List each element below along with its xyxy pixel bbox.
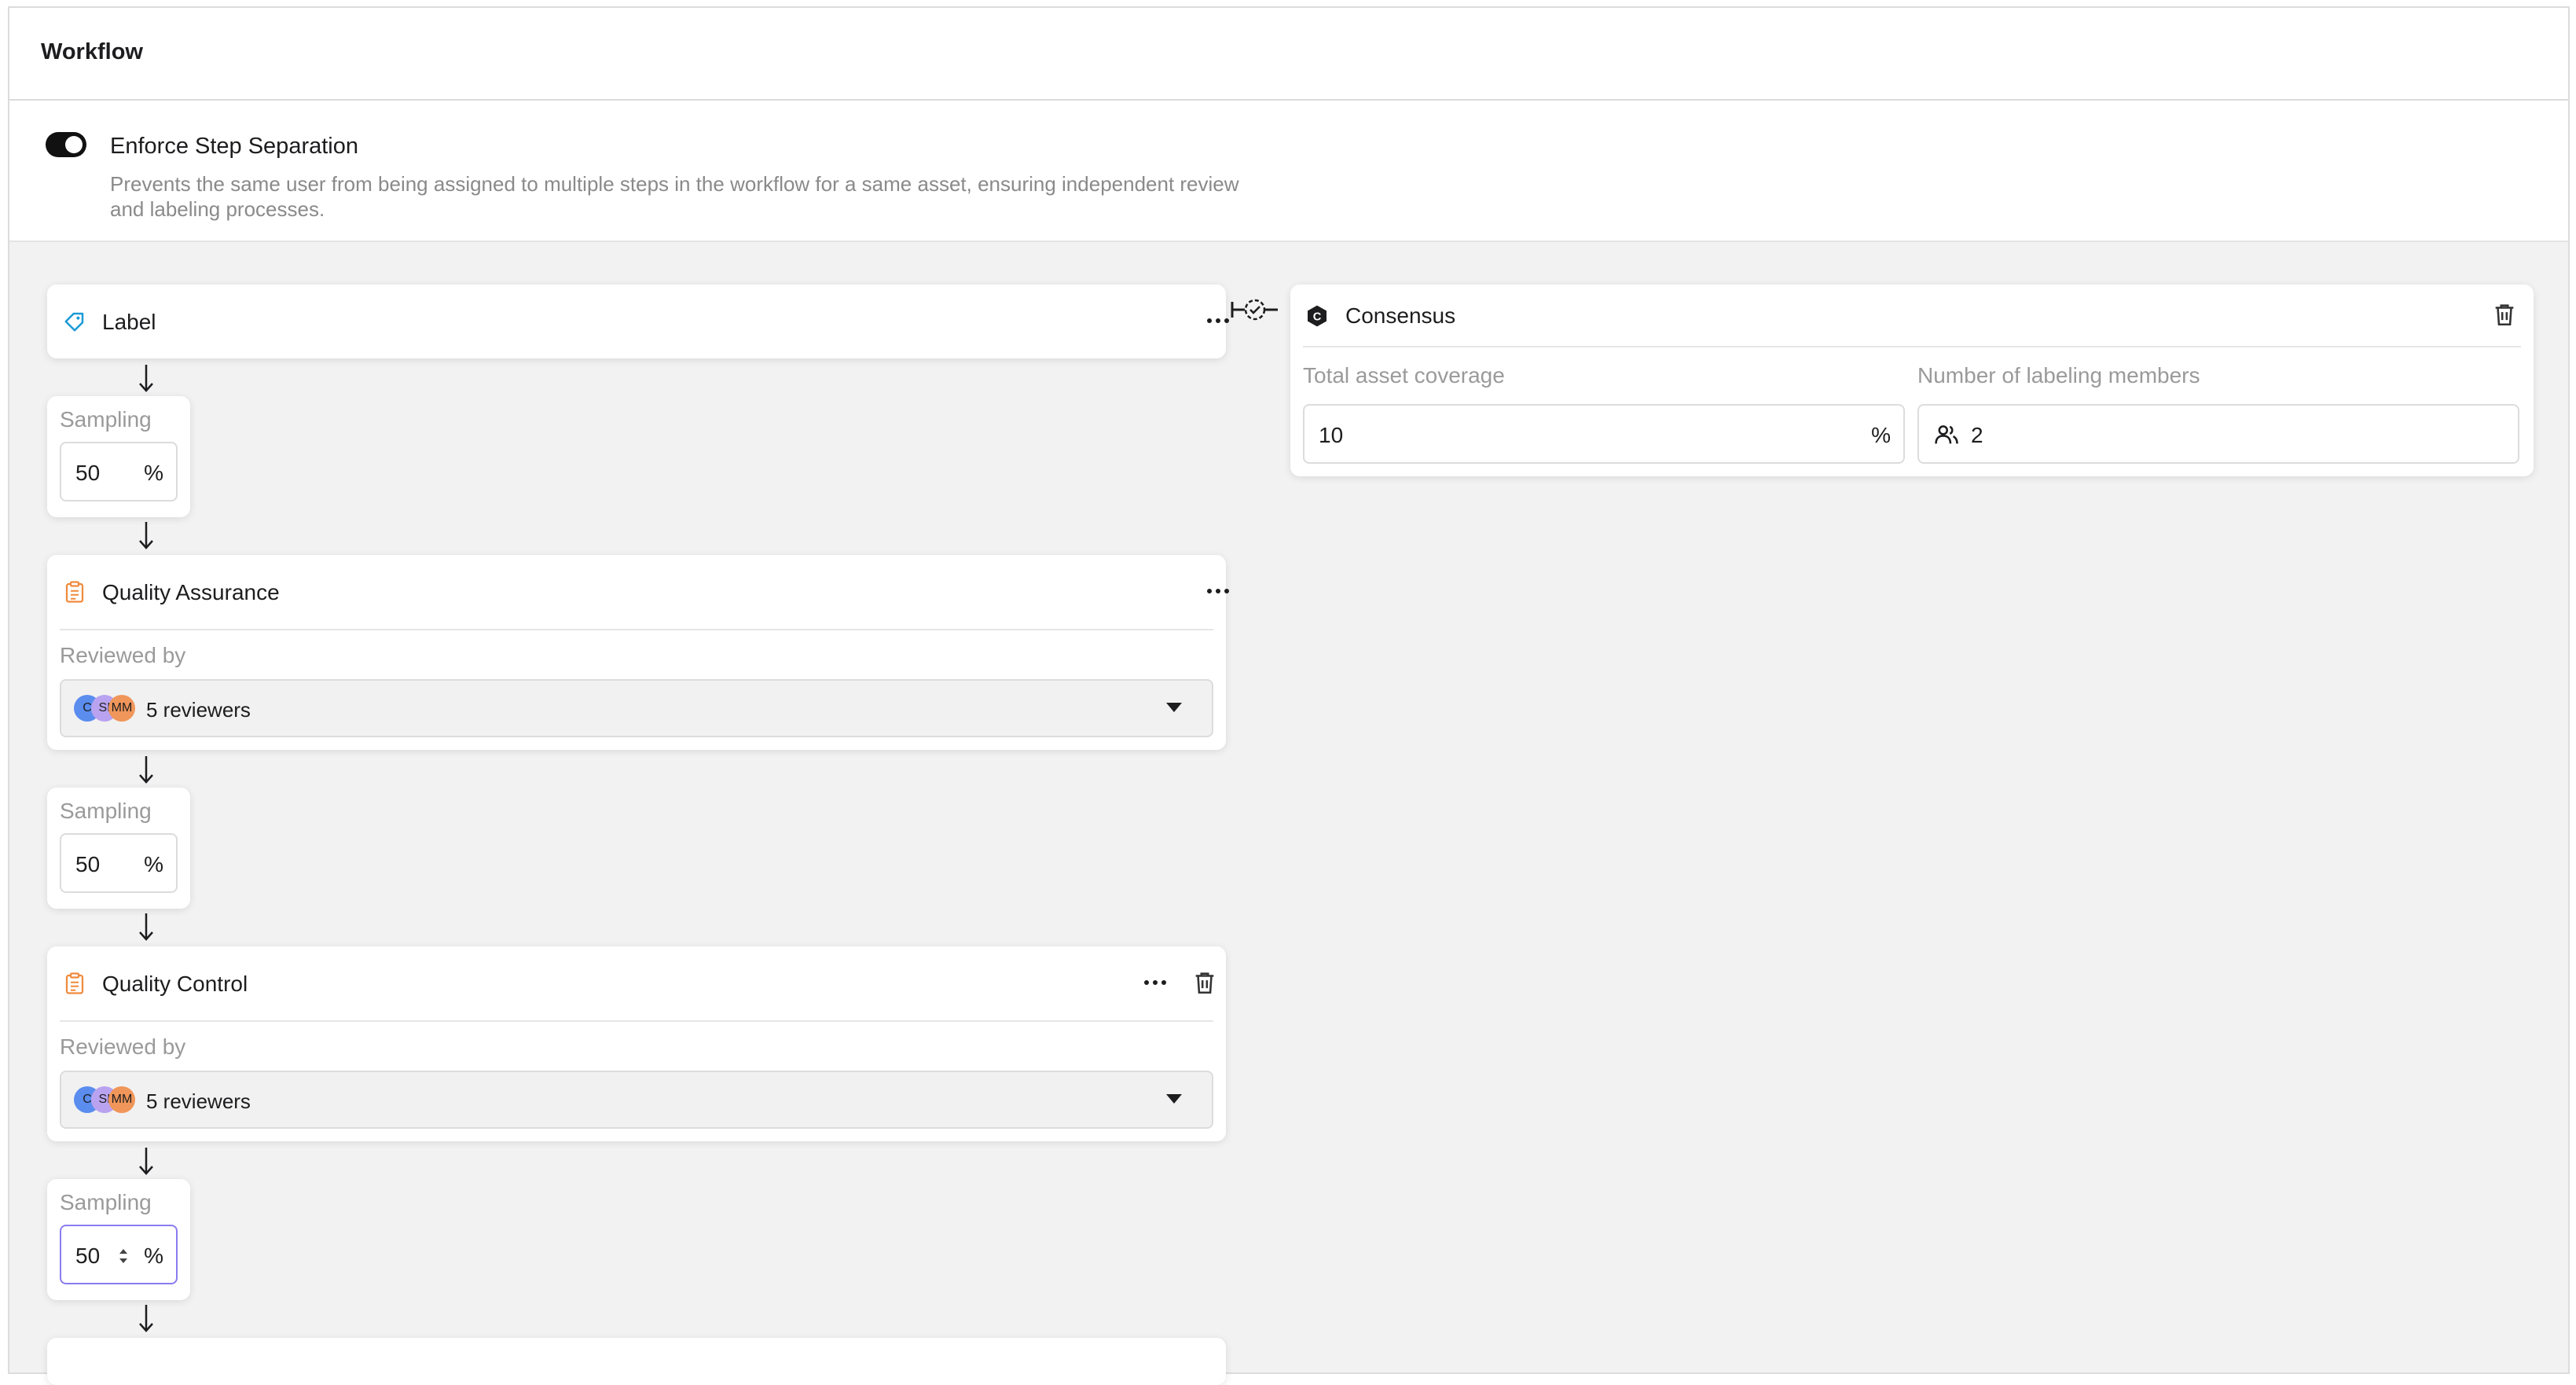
qc-step-header: Quality Control <box>47 946 1226 1020</box>
workflow-header: Workflow <box>9 8 2568 101</box>
enforce-step-separation-description: Prevents the same user from being assign… <box>110 172 1239 221</box>
qc-divider <box>60 1020 1213 1022</box>
consensus-title: Consensus <box>1345 303 1456 328</box>
enforce-step-separation-label: Enforce Step Separation <box>110 134 358 159</box>
hexagon-c-icon: C <box>1308 305 1327 327</box>
sampling-card: Sampling 50 % <box>47 1179 190 1300</box>
members-value: 2 <box>1971 423 1983 447</box>
sampling-value: 50 <box>75 461 101 485</box>
clipboard-icon <box>65 581 84 603</box>
workflow-panel: Workflow Enforce Step Separation Prevent… <box>8 6 2570 1385</box>
coverage-label: Total asset coverage <box>1303 363 1505 388</box>
step-separation-setting: Enforce Step Separation Prevents the sam… <box>9 101 2568 242</box>
sampling-label: Sampling <box>60 1190 152 1214</box>
sampling-unit: % <box>144 461 163 485</box>
sampling-unit: % <box>144 1244 163 1268</box>
users-icon <box>1935 425 1958 444</box>
consensus-connector <box>1231 299 1278 321</box>
sampling-label: Sampling <box>60 407 152 432</box>
toggle-knob <box>65 136 83 153</box>
page-title: Workflow <box>41 39 143 64</box>
sampling-label: Sampling <box>60 799 152 823</box>
qc-delete-icon[interactable] <box>1191 968 1218 997</box>
sampling-card: Sampling 50 % <box>47 396 190 517</box>
qa-divider <box>60 629 1213 630</box>
chevron-down-icon <box>1166 703 1182 712</box>
arrow-down-icon <box>139 1148 153 1175</box>
consensus-divider <box>1303 346 2521 347</box>
sampling-input[interactable]: 50 % <box>60 442 178 501</box>
enforce-step-separation-toggle[interactable] <box>46 132 86 157</box>
tag-icon <box>64 312 84 332</box>
arrow-down-icon <box>139 913 153 941</box>
qc-reviewer-count: 5 reviewers <box>146 1089 251 1113</box>
svg-text:C: C <box>1313 310 1322 323</box>
label-step-title: Label <box>102 310 156 334</box>
coverage-unit: % <box>1871 423 1891 447</box>
number-stepper-icon[interactable] <box>116 1242 130 1270</box>
quality-control-card[interactable]: Quality Control Reviewed by C SI MM 5 re… <box>47 946 1226 1141</box>
qa-reviewer-count: 5 reviewers <box>146 698 251 722</box>
sampling-input[interactable]: 50 % <box>60 1225 178 1284</box>
sampling-input[interactable]: 50 % <box>60 833 178 893</box>
arrow-down-icon <box>139 756 153 784</box>
coverage-input[interactable]: 10 % <box>1303 404 1905 464</box>
avatar: MM <box>108 1086 135 1113</box>
qa-step-header: Quality Assurance <box>47 555 1229 629</box>
arrow-down-icon <box>139 1305 153 1332</box>
sampling-unit: % <box>144 852 163 876</box>
qc-step-more-button[interactable] <box>1139 970 1171 995</box>
workflow-canvas: Label C Consensus Total asset coverage N… <box>9 242 2568 1385</box>
label-step-card[interactable]: Label <box>47 285 1229 358</box>
members-input[interactable]: 2 <box>1917 404 2519 464</box>
qc-reviewers-select[interactable]: C SI MM 5 reviewers <box>60 1071 1213 1129</box>
qc-reviewed-by-label: Reviewed by <box>60 1034 186 1059</box>
members-label: Number of labeling members <box>1917 363 2200 388</box>
consensus-delete-icon[interactable] <box>2491 300 2518 329</box>
next-step-card[interactable] <box>47 1338 1226 1385</box>
reviewer-avatars: C SI MM <box>74 695 137 723</box>
sampling-value: 50 <box>75 1244 101 1268</box>
coverage-value: 10 <box>1319 423 1344 447</box>
qc-step-title: Quality Control <box>102 972 248 996</box>
clipboard-icon <box>65 972 84 994</box>
consensus-card[interactable]: C Consensus Total asset coverage Number … <box>1290 285 2534 476</box>
arrow-down-icon <box>139 522 153 549</box>
qa-reviewers-select[interactable]: C SI MM 5 reviewers <box>60 679 1213 737</box>
reviewer-avatars: C SI MM <box>74 1086 137 1115</box>
quality-assurance-card[interactable]: Quality Assurance Reviewed by C SI MM 5 … <box>47 555 1229 750</box>
sampling-card: Sampling 50 % <box>47 788 190 909</box>
qa-step-more-button[interactable] <box>1202 579 1234 604</box>
qa-step-title: Quality Assurance <box>102 580 280 604</box>
chevron-down-icon <box>1166 1094 1182 1104</box>
sampling-value: 50 <box>75 852 101 876</box>
qa-reviewed-by-label: Reviewed by <box>60 643 186 667</box>
avatar: MM <box>108 695 135 722</box>
arrow-down-icon <box>139 365 153 392</box>
label-step-header: Label <box>47 285 1229 358</box>
